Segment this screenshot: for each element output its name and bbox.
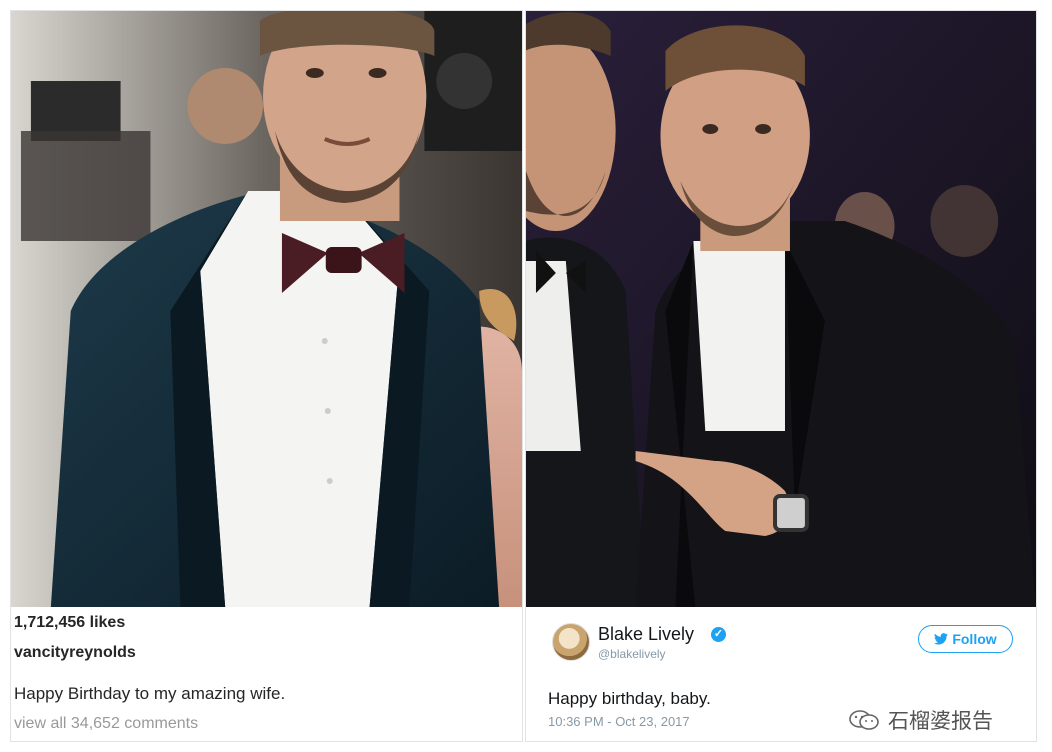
follow-button[interactable]: Follow <box>918 625 1013 653</box>
photo-two-men-suits <box>526 11 1036 607</box>
wechat-icon <box>849 710 879 730</box>
watermark: 石榴婆报告 <box>848 705 993 735</box>
username[interactable]: vancityreynolds <box>14 644 136 662</box>
photo-man-velvet-tuxedo <box>11 11 522 607</box>
display-name[interactable]: Blake Lively <box>598 624 694 645</box>
tweet-text: Happy birthday, baby. <box>548 689 711 708</box>
like-count[interactable]: 1,712,456 likes <box>14 614 125 632</box>
twitter-bird-icon <box>934 633 949 645</box>
watermark-text: 石榴婆报告 <box>888 710 993 733</box>
post-caption: Happy Birthday to my amazing wife. <box>14 684 286 703</box>
tweet-photo[interactable] <box>526 11 1036 607</box>
tweet-timestamp[interactable]: 10:36 PM - Oct 23, 2017 <box>548 714 690 729</box>
view-comments-link[interactable]: view all 34,652 comments <box>14 715 198 733</box>
instagram-photo[interactable] <box>11 11 522 607</box>
user-handle[interactable]: @blakelively <box>598 647 666 661</box>
tweet-card: Blake Lively ✓ @blakelively Follow Happy… <box>525 10 1037 742</box>
verified-badge-icon: ✓ <box>711 627 726 642</box>
instagram-post: 1,712,456 likes vancityreynolds Happy Bi… <box>10 10 523 742</box>
follow-label: Follow <box>952 631 997 647</box>
avatar[interactable] <box>552 623 590 661</box>
